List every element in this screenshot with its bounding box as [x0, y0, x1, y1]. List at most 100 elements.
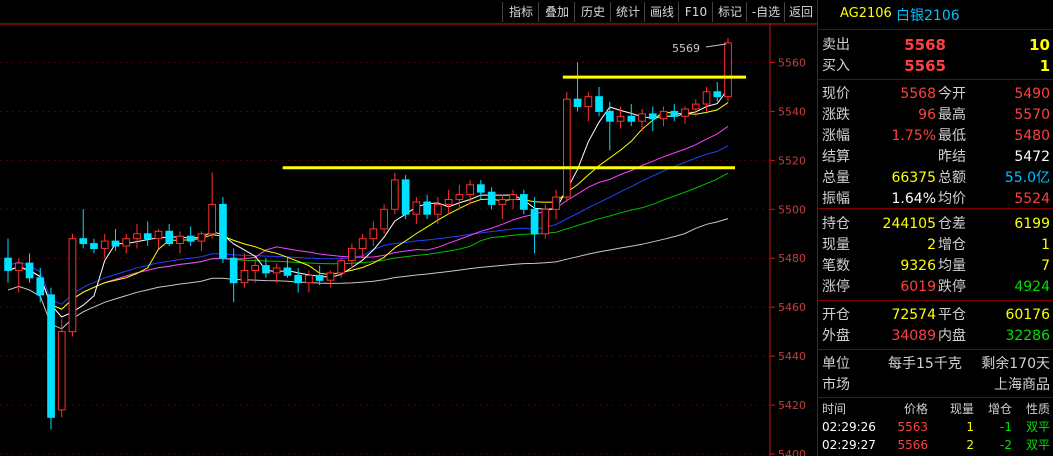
- divider: [818, 29, 1053, 30]
- stat-row: 总量 66375 总额 55.0亿: [818, 168, 1053, 188]
- candle-body: [691, 103, 700, 110]
- trade-volume: 2: [966, 438, 974, 452]
- divider: [818, 397, 1053, 398]
- stat-label: 持仓: [822, 216, 850, 232]
- candle-body: [659, 110, 668, 120]
- candle-body: [348, 247, 356, 262]
- candle-body: [208, 203, 217, 235]
- stat-value: 7: [1041, 258, 1050, 274]
- candle-body: [444, 199, 453, 205]
- high-marker-line: [705, 43, 727, 48]
- col-volume: 现量: [949, 402, 974, 416]
- trade-type: 双平: [1025, 420, 1050, 434]
- candle-body: [563, 98, 571, 198]
- candle-body: [197, 233, 206, 242]
- stat-value: 5480: [1014, 128, 1050, 144]
- stat-label: 仓差: [938, 216, 966, 232]
- stat-label: 最低: [938, 128, 966, 144]
- candle-body: [509, 194, 517, 201]
- stat-row: 笔数 9326 均量 7: [818, 256, 1053, 276]
- trade-row: 02:29:27 5566 2 -2 双平: [818, 436, 1053, 454]
- statistics-button[interactable]: 统计: [610, 2, 645, 22]
- bid-volume: 1: [1039, 57, 1050, 75]
- candle-body: [68, 238, 77, 333]
- candle-body: [423, 201, 431, 215]
- candle-body: [552, 196, 560, 210]
- candle-body: [681, 108, 689, 117]
- col-time: 时间: [822, 402, 847, 416]
- stat-label: 总额: [938, 170, 966, 186]
- candle-body: [90, 243, 98, 250]
- stat-label: 现价: [822, 86, 850, 102]
- stat-value: 1.64%: [891, 191, 936, 207]
- remaining-days: 剩余170天: [981, 356, 1050, 372]
- bid-row: 买入 5565 1: [818, 56, 1053, 76]
- history-button[interactable]: 历史: [574, 2, 611, 22]
- stat-row: 外盘 34089 内盘 32286: [818, 326, 1053, 346]
- col-price: 价格: [903, 402, 928, 416]
- candlestick-chart[interactable]: 5560 5540 5520 5500 5480 5460 5440 5420 5400 5569: [0, 0, 817, 456]
- candle-body: [358, 238, 367, 249]
- ma5-line: [7, 88, 729, 318]
- stat-label: 涨幅: [822, 128, 850, 144]
- candle-body: [648, 113, 657, 120]
- stat-row: 现量 2 增仓 1: [818, 235, 1053, 255]
- col-type: 性质: [1025, 402, 1050, 416]
- candle-body: [262, 265, 270, 274]
- stat-row: 涨停 6019 跌停 4924: [818, 277, 1053, 297]
- candle-body: [412, 201, 421, 215]
- price-tick-label: 5460: [778, 301, 806, 314]
- stat-value: 72574: [891, 307, 936, 323]
- unit-label: 单位: [822, 356, 850, 372]
- candle-body: [724, 42, 732, 98]
- draw-line-button[interactable]: 画线: [644, 2, 679, 22]
- stat-value: 2: [927, 237, 936, 253]
- candle-body: [573, 98, 582, 107]
- candle-body: [434, 203, 442, 215]
- market-value: 上海商品: [994, 377, 1050, 393]
- stat-value: 244105: [882, 216, 936, 232]
- stat-value: 6199: [1014, 216, 1050, 232]
- divider: [818, 349, 1053, 350]
- kline-chart-area[interactable]: 5560 5540 5520 5500 5480 5460 5440 5420 5400 5569: [0, 0, 817, 456]
- trade-oi-change: -2: [1000, 438, 1012, 452]
- stat-label: 涨跌: [822, 107, 850, 123]
- mark-button[interactable]: 标记: [712, 2, 747, 22]
- stat-label: 总量: [822, 170, 850, 186]
- candle-body: [57, 331, 66, 411]
- candle-body: [638, 113, 646, 122]
- indicator-button[interactable]: 指标: [502, 2, 539, 22]
- candle-body: [176, 235, 184, 244]
- stat-label: 内盘: [938, 328, 966, 344]
- stat-value: 5570: [1014, 107, 1050, 123]
- candle-body: [380, 208, 388, 230]
- candle-body: [616, 115, 625, 122]
- price-tick-label: 5400: [778, 448, 806, 456]
- overlay-button[interactable]: 叠加: [538, 2, 575, 22]
- f10-button[interactable]: F10: [678, 2, 713, 22]
- candle-body: [79, 238, 88, 245]
- trade-oi-change: -1: [1000, 420, 1012, 434]
- stat-value: 5490: [1014, 86, 1050, 102]
- stat-label: 涨停: [822, 279, 850, 295]
- contract-name: 白银2106: [896, 8, 960, 24]
- price-tick-label: 5500: [778, 203, 806, 216]
- candle-body: [584, 96, 593, 107]
- col-oi-change: 增仓: [987, 402, 1012, 416]
- price-tick-label: 5440: [778, 350, 806, 363]
- candle-body: [315, 274, 324, 281]
- candle-body: [530, 208, 539, 235]
- ma120-line: [7, 218, 729, 330]
- stat-row: 结算 昨结 5472: [818, 147, 1053, 167]
- price-tick-label: 5420: [778, 399, 806, 412]
- divider: [818, 300, 1053, 301]
- stat-label: 均价: [938, 191, 966, 207]
- ask-volume: 10: [1029, 36, 1050, 54]
- candle-body: [186, 235, 195, 242]
- candle-body: [595, 96, 603, 112]
- remove-watchlist-button[interactable]: -自选: [746, 2, 785, 22]
- candle-body: [702, 91, 711, 105]
- stat-row: 涨幅 1.75% 最低 5480: [818, 126, 1053, 146]
- candle-body: [229, 257, 238, 284]
- back-button[interactable]: 返回: [784, 2, 817, 22]
